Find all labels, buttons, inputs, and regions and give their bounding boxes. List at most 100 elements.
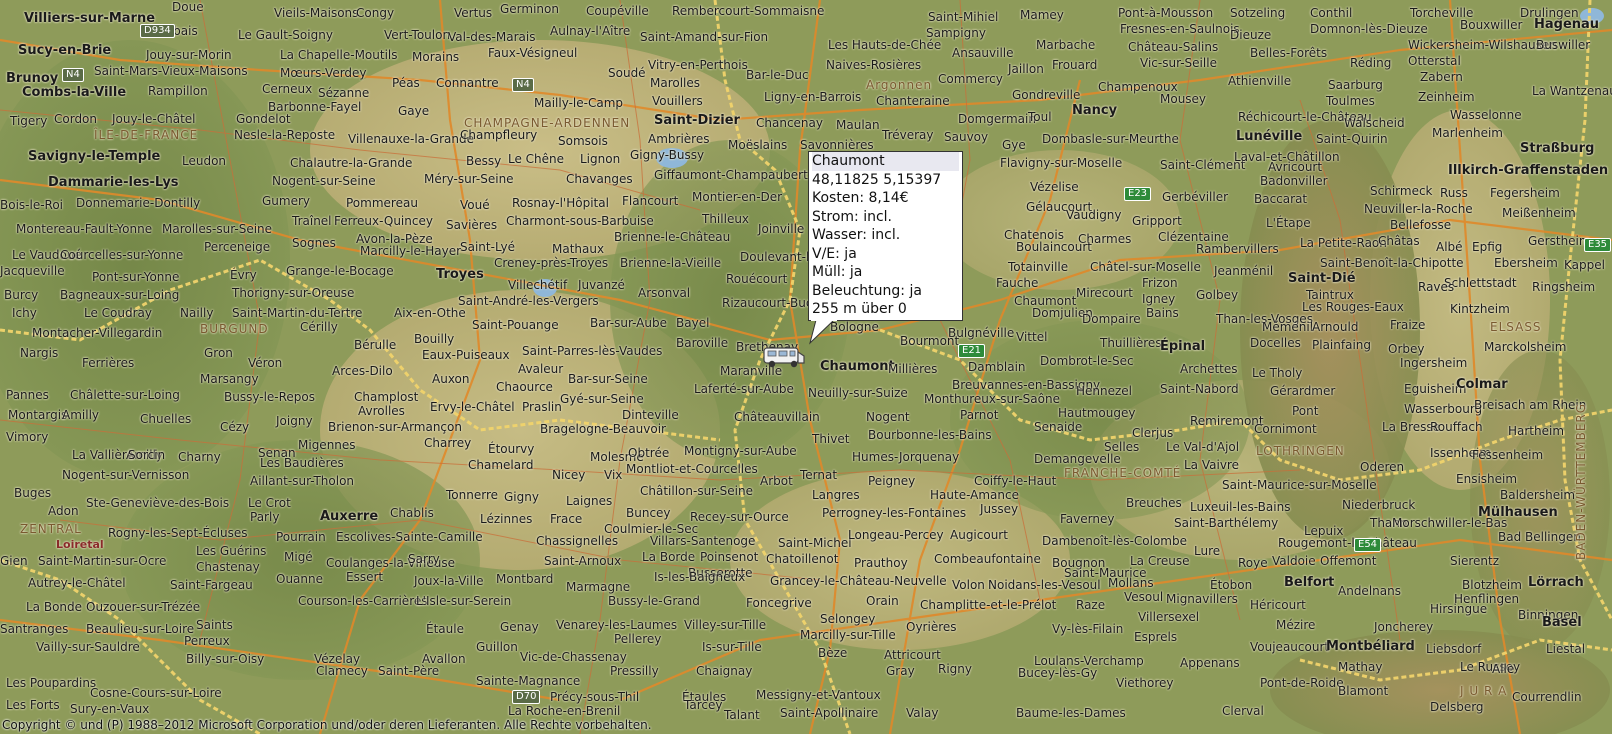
place-label-bussy: Bussy-le-Repos bbox=[224, 390, 316, 404]
popup-disposal: V/E: ja bbox=[812, 245, 857, 262]
place-label-badbellingen: Bad Bellingen bbox=[1498, 530, 1581, 544]
place-label-lafertesuraube: Laferté-sur-Aube bbox=[694, 382, 794, 396]
place-label-lavaldajol: Le Val-d'Ajol bbox=[1166, 440, 1240, 454]
place-label-stmartin: Saint-Martin-du-Tertre bbox=[232, 306, 363, 320]
place-label-beze: Bèze bbox=[818, 646, 848, 660]
place-label-soude: Soudé bbox=[608, 66, 646, 80]
place-label-naives: Naives-Rosières bbox=[826, 58, 922, 72]
popup-cost: Kosten: 8,14€ bbox=[812, 190, 909, 206]
place-label-lesguerins: Les Guérins bbox=[196, 544, 267, 558]
place-label-flancourt: Flancourt bbox=[622, 194, 679, 208]
place-label-vix: Vix bbox=[604, 468, 623, 482]
place-label-badonviller: Badonviller bbox=[1260, 174, 1328, 188]
place-label-memenil: Méménil bbox=[1262, 320, 1314, 334]
place-label-vylesfilain: Vy-lès-Filain bbox=[1052, 622, 1124, 636]
place-label-messigny: Messigny-et-Vantoux bbox=[756, 688, 881, 702]
place-label-veron: Véron bbox=[248, 356, 283, 370]
place-label-ansauville: Ansauville bbox=[952, 46, 1014, 60]
map-viewport[interactable]: Villiers-sur-Marne Doue Vieils-Maisons Cong… bbox=[0, 0, 1612, 734]
place-label-bains: Bains bbox=[1146, 306, 1179, 320]
place-label-gyesurseine: Gyé-sur-Seine bbox=[560, 392, 644, 406]
place-label-maulan: Maulan bbox=[836, 118, 880, 132]
place-label-marbache: Marbache bbox=[1036, 38, 1096, 52]
place-label-montacher: Montacher-Villegardin bbox=[32, 326, 163, 340]
place-label-rambervillers: Rambervillers bbox=[1196, 242, 1279, 256]
place-label-lothringen: LOTHRINGEN bbox=[1256, 444, 1345, 458]
place-label-dombrot: Dombrot-le-Sec bbox=[1040, 354, 1134, 368]
place-label-zentral: ZENTRAL bbox=[20, 522, 82, 536]
place-label-ambrieres: Ambrières bbox=[648, 132, 710, 146]
place-label-congy: Congy bbox=[356, 6, 395, 20]
place-label-epfig: Epfig bbox=[1472, 240, 1503, 254]
place-label-pellerey: Pellerey bbox=[614, 632, 662, 646]
place-label-briennevieille: Brienne-la-Vieille bbox=[620, 256, 722, 270]
place-label-roye: Roye bbox=[1238, 556, 1268, 570]
place-label-nailly: Nailly bbox=[180, 306, 214, 320]
place-label-flavigny: Flavigny-sur-Moselle bbox=[1000, 156, 1123, 170]
place-label-elsass: ELSASS bbox=[1490, 320, 1542, 334]
place-label-badenw: BADEN-WÜRTTEMBERG bbox=[1574, 402, 1588, 560]
place-label-noidans: Noidans-les-Vesoul bbox=[988, 578, 1101, 592]
place-label-franche: FRANCHE-COMTÉ bbox=[1064, 466, 1182, 480]
place-label-vertus: Vertus bbox=[454, 6, 493, 20]
popup-pointer bbox=[809, 319, 837, 345]
place-label-epinal: Épinal bbox=[1160, 339, 1206, 354]
place-label-neuilly: Neuilly-sur-Suize bbox=[808, 386, 908, 400]
place-label-dammarie2: Damblain bbox=[968, 360, 1026, 374]
place-label-jaillon: Jaillon bbox=[1008, 62, 1044, 76]
place-label-stnabord: Saint-Nabord bbox=[1160, 382, 1239, 396]
place-label-pommereau: Pommereau bbox=[346, 196, 418, 210]
place-label-sotzeling: Sotzeling bbox=[1230, 6, 1286, 20]
place-label-hennezel: Hennezel bbox=[1076, 384, 1133, 398]
place-label-donnemarie: Donnemarie-Dontilly bbox=[76, 196, 201, 210]
place-label-ferrieres: Ferrières bbox=[82, 356, 135, 370]
place-label-fresnes: Fresnes-en-Saulnois bbox=[1120, 22, 1240, 36]
place-label-beaulieu: Beaulieu-sur-Loire bbox=[86, 622, 195, 636]
place-label-peigney: Peigney bbox=[868, 474, 916, 488]
place-label-vimory: Vimory bbox=[6, 430, 49, 444]
place-label-leshautes: Les Rouges-Eaux bbox=[1302, 300, 1404, 314]
place-label-rogny: Rogny-les-Sept-Écluses bbox=[108, 526, 248, 540]
place-label-bussygrand: Bussy-le-Grand bbox=[608, 594, 700, 608]
place-label-tarcey: Tarcey bbox=[684, 698, 723, 712]
place-label-pontsuryonne: Pont-sur-Yonne bbox=[92, 270, 180, 284]
place-label-russ: Russ bbox=[1440, 186, 1468, 200]
popup-water: Wasser: incl. bbox=[812, 227, 901, 243]
place-label-savigny: Savigny-le-Temple bbox=[28, 149, 161, 164]
place-label-baccarat: Baccarat bbox=[1254, 192, 1308, 206]
place-label-stmihiel: Saint-Mihiel bbox=[928, 10, 999, 24]
place-label-stparres: Saint-Parres-lès-Vaudes bbox=[522, 344, 663, 358]
place-label-gigny: Gigny-Bussy bbox=[630, 148, 705, 162]
place-label-conthil: Conthil bbox=[1310, 6, 1353, 20]
place-label-stdizier: Saint-Dizier bbox=[654, 113, 740, 128]
place-label-berulle: Bérulle bbox=[354, 338, 397, 352]
place-label-recey: Recey-sur-Ource bbox=[690, 510, 789, 524]
camper-van-icon[interactable] bbox=[762, 344, 806, 374]
place-label-demangevelle: Demangevelle bbox=[1034, 452, 1121, 466]
place-label-rouecourt: Rouécourt bbox=[726, 272, 788, 286]
place-label-millieres: Millières bbox=[888, 362, 938, 376]
place-label-combs: Combs-la-Ville bbox=[22, 85, 127, 100]
place-label-auxon: Auxon bbox=[432, 372, 470, 386]
place-label-liestal: Liestal bbox=[1546, 642, 1586, 656]
place-label-gripport: Gripport bbox=[1132, 214, 1182, 228]
place-label-avaleur: Avaleur bbox=[518, 362, 564, 376]
place-label-villarssantenoge: Villars-Santenoge bbox=[650, 534, 756, 548]
place-label-stmichel: Saint-Michel bbox=[778, 536, 852, 550]
place-label-moeurs: Mœurs-Verdey bbox=[280, 66, 367, 80]
popup-lighting: Beleuchtung: ja bbox=[812, 282, 922, 299]
place-label-chavanges: Chavanges bbox=[566, 172, 633, 186]
place-label-montbeliard: Montbéliard bbox=[1326, 639, 1415, 654]
place-label-mirecourt: Mirecourt bbox=[1076, 286, 1133, 300]
place-label-germinon: Germinon bbox=[500, 2, 559, 16]
place-label-lignon: Lignon bbox=[580, 152, 621, 166]
place-label-senaide: Senaide bbox=[1034, 420, 1083, 434]
place-label-nargis: Nargis bbox=[20, 346, 59, 360]
place-label-dinteville: Dinteville bbox=[622, 408, 679, 422]
place-label-thivet: Thivet bbox=[812, 432, 850, 446]
place-label-blotzheim: Blotzheim bbox=[1462, 578, 1522, 592]
place-label-clerval: Clerval bbox=[1222, 704, 1264, 718]
road-shield-d70: D70 bbox=[512, 690, 541, 704]
place-label-ferreux: Ferreux-Quincey bbox=[334, 214, 433, 228]
place-label-lachapelle: La Chapelle-Moutils bbox=[280, 48, 398, 62]
